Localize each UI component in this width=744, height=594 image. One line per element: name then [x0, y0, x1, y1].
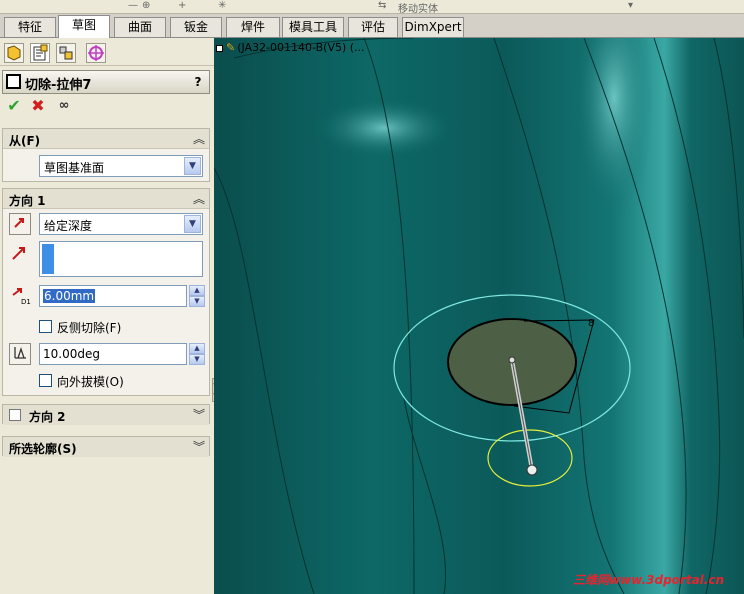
- ok-check-icon[interactable]: ✔: [4, 96, 24, 116]
- reverse-direction-icon[interactable]: [9, 213, 31, 235]
- tab-weldments[interactable]: 焊件: [226, 17, 280, 37]
- depth-dimension-icon: D1: [11, 287, 33, 308]
- draft-angle-value: 10.00deg: [43, 347, 100, 361]
- handle-base[interactable]: [526, 464, 538, 476]
- spin-down-icon[interactable]: ▼: [189, 354, 205, 365]
- tab-evaluate[interactable]: 评估: [348, 17, 398, 37]
- svg-text:D1: D1: [21, 298, 31, 305]
- feature-title-bar: 切除-拉伸7 ?: [2, 70, 210, 94]
- property-manager-icon[interactable]: [30, 43, 50, 63]
- top-toolbar: — ⊕ + ✳ ⇆ 移动实体 ▾: [0, 0, 744, 15]
- direction-vector-icon: [11, 245, 27, 264]
- add-icon[interactable]: +: [178, 0, 186, 11]
- draft-toggle-icon[interactable]: [9, 343, 31, 365]
- checkbox-box[interactable]: [39, 374, 52, 387]
- collapse-chevron-icon[interactable]: ︽: [193, 130, 205, 147]
- direction1-group: 方向 1 ︽ 给定深度 ▼ D1 6.00mm ▲ ▼ 反侧切除(F) 10.0…: [2, 188, 210, 396]
- spin-down-icon[interactable]: ▼: [189, 296, 205, 307]
- from-group-header[interactable]: 从(F) ︽: [3, 129, 209, 149]
- selected-contours-header[interactable]: 所选轮廓(S) ︾: [3, 437, 209, 457]
- draft-angle-spinner: ▲ ▼: [189, 343, 205, 365]
- feature-title: 切除-拉伸7: [25, 78, 92, 93]
- tab-dimxpert[interactable]: DimXpert: [402, 17, 464, 37]
- move-entities-icon[interactable]: ⇆: [378, 0, 386, 11]
- tab-sketch[interactable]: 草图: [58, 15, 110, 38]
- tree-expand-icon[interactable]: [216, 44, 223, 52]
- tab-surfaces[interactable]: 曲面: [114, 17, 166, 37]
- draft-outward-label: 向外拔模(O): [57, 375, 124, 389]
- property-manager-panel: 切除-拉伸7 ? ✔ ✖ ∞ 从(F) ︽ 草图基准面 ▼ 方向 1 ︽ 给定深…: [0, 38, 214, 594]
- star-icon[interactable]: ✳: [218, 0, 226, 11]
- selected-contours-group: 所选轮廓(S) ︾: [2, 436, 210, 457]
- expand-chevron-icon[interactable]: ︾: [193, 406, 205, 423]
- collapse-chevron-icon[interactable]: ︽: [193, 190, 205, 207]
- graphics-viewport[interactable]: 8 ✎ (JA32-001140-B(V5) (... 三维网www.3dport…: [214, 38, 744, 594]
- handle-tip[interactable]: [508, 356, 516, 364]
- tab-features[interactable]: 特征: [4, 17, 56, 37]
- flyout-tree-root[interactable]: ✎ (JA32-001140-B(V5) (...: [216, 41, 365, 54]
- selected-contours-label: 所选轮廓(S): [9, 442, 77, 456]
- direction2-group: 方向 2 ︾: [2, 404, 210, 425]
- direction-reference-list[interactable]: [39, 241, 203, 277]
- depth-spinner: ▲ ▼: [189, 285, 205, 307]
- selection-indicator: [42, 244, 54, 274]
- start-condition-value: 草图基准面: [44, 161, 105, 175]
- chevron-down-icon[interactable]: ▼: [184, 215, 201, 233]
- feature-manager-tree-icon[interactable]: [4, 43, 24, 63]
- spin-up-icon[interactable]: ▲: [189, 343, 205, 354]
- model-render: 8: [214, 38, 744, 594]
- depth-value: 6.00mm: [43, 289, 96, 303]
- end-condition-select[interactable]: 给定深度 ▼: [39, 213, 203, 235]
- part-name: (JA32-001140-B(V5) (...: [237, 41, 365, 54]
- spin-up-icon[interactable]: ▲: [189, 285, 205, 296]
- dimxpert-manager-icon[interactable]: [86, 43, 106, 63]
- cancel-x-icon[interactable]: ✖: [28, 96, 48, 116]
- expand-chevron-icon[interactable]: ︾: [193, 438, 205, 455]
- checkbox-box[interactable]: [39, 320, 52, 333]
- end-condition-value: 给定深度: [44, 219, 93, 233]
- help-button[interactable]: ?: [189, 73, 207, 91]
- rotate-icon[interactable]: ⊕: [142, 0, 150, 11]
- tab-sheet-metal[interactable]: 钣金: [170, 17, 222, 37]
- toolbar-sep-icon: —: [128, 0, 138, 11]
- chevron-down-icon[interactable]: ▼: [184, 157, 201, 175]
- configuration-manager-icon[interactable]: [56, 43, 76, 63]
- direction1-label: 方向 1: [9, 194, 46, 208]
- from-group: 从(F) ︽ 草图基准面 ▼: [2, 128, 210, 182]
- tab-mold-tools[interactable]: 模具工具: [282, 17, 344, 37]
- move-entities-label[interactable]: 移动实体: [398, 0, 438, 15]
- start-condition-select[interactable]: 草图基准面 ▼: [39, 155, 203, 177]
- part-icon: ✎: [226, 41, 236, 54]
- command-manager-tabs: 特征 草图 曲面 钣金 焊件 模具工具 评估 DimXpert: [0, 14, 744, 38]
- draft-angle-input[interactable]: 10.00deg: [39, 343, 187, 365]
- direction2-header[interactable]: 方向 2 ︾: [3, 405, 209, 425]
- preview-glasses-icon[interactable]: ∞: [54, 96, 74, 116]
- dropdown-arrow-icon[interactable]: ▾: [628, 0, 633, 11]
- direction1-header[interactable]: 方向 1 ︽: [3, 189, 209, 209]
- from-group-label: 从(F): [9, 134, 41, 148]
- part-body: [214, 38, 744, 594]
- cut-extrude-icon: [6, 74, 21, 89]
- flip-side-label: 反侧切除(F): [57, 321, 122, 335]
- panel-tab-row: [0, 38, 214, 66]
- dimension-marker-icon: 8: [588, 318, 594, 329]
- direction2-checkbox[interactable]: [9, 409, 21, 421]
- watermark-text: 三维网www.3dportal.cn: [573, 573, 724, 587]
- direction2-label: 方向 2: [29, 410, 66, 424]
- depth-input[interactable]: 6.00mm: [39, 285, 187, 307]
